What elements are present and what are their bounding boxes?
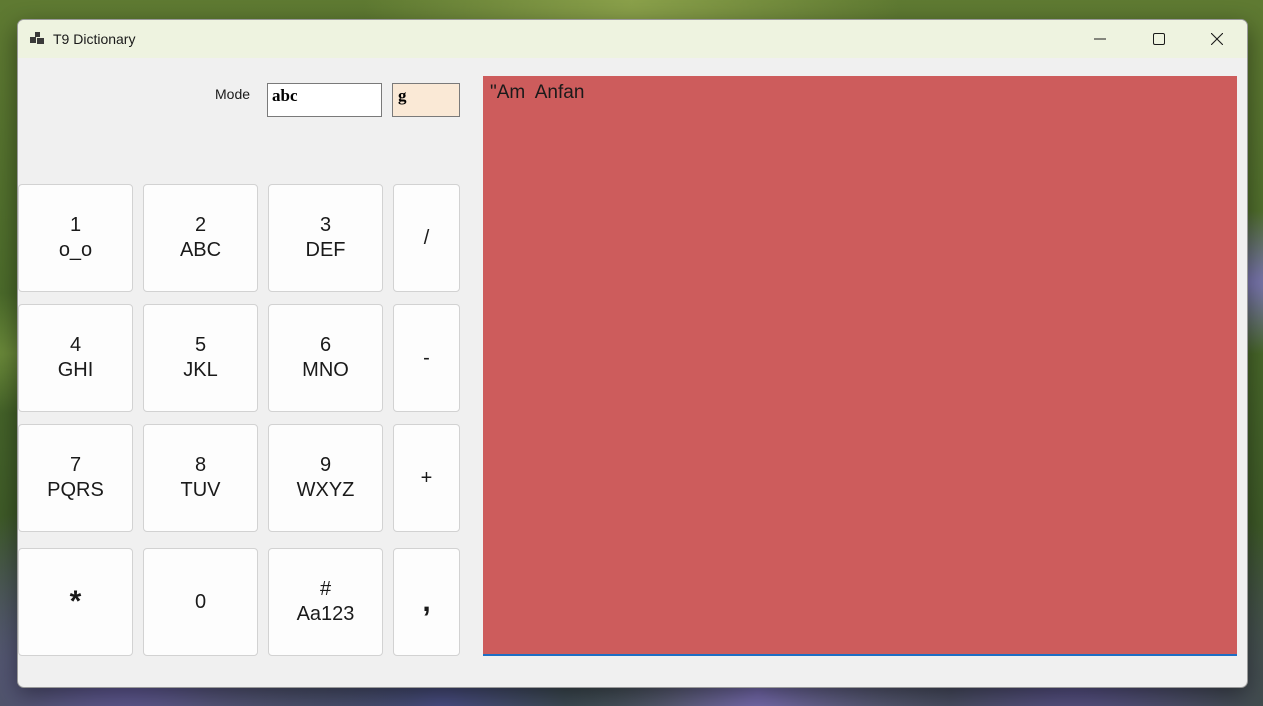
key-5[interactable]: 5 JKL — [143, 304, 258, 412]
key-label: + — [420, 466, 433, 489]
key-letters: GHI — [57, 359, 94, 381]
key-1[interactable]: 1 o_o — [18, 184, 133, 292]
key-star[interactable]: * — [18, 548, 133, 656]
key-plus[interactable]: + — [393, 424, 460, 532]
key-comma[interactable]: , — [393, 548, 460, 656]
key-letters: TUV — [180, 479, 221, 501]
key-letters: o_o — [58, 239, 93, 261]
key-digit: 6 — [319, 334, 332, 356]
key-label: / — [423, 226, 430, 249]
key-4[interactable]: 4 GHI — [18, 304, 133, 412]
key-letters: Aa123 — [296, 603, 355, 625]
key-8[interactable]: 8 TUV — [143, 424, 258, 532]
key-letters: DEF — [305, 239, 346, 261]
key-digit: 5 — [194, 334, 207, 356]
app-icon — [30, 32, 44, 44]
key-digit: 2 — [194, 214, 207, 236]
key-9[interactable]: 9 WXYZ — [268, 424, 383, 532]
key-letters: WXYZ — [296, 479, 355, 501]
key-digit: 7 — [69, 454, 82, 476]
key-label: * — [69, 585, 82, 618]
key-2[interactable]: 2 ABC — [143, 184, 258, 292]
key-letters: PQRS — [47, 479, 104, 501]
key-6[interactable]: 6 MNO — [268, 304, 383, 412]
key-digit: # — [319, 578, 332, 600]
close-icon — [1211, 33, 1223, 45]
current-char-field[interactable]: g — [392, 83, 460, 117]
text-editor[interactable]: "Am Anfan — [483, 76, 1237, 656]
mode-field[interactable]: abc — [267, 83, 382, 117]
close-button[interactable] — [1188, 20, 1246, 58]
key-label: - — [423, 346, 430, 369]
maximize-icon — [1153, 33, 1165, 45]
window-title: T9 Dictionary — [53, 31, 136, 47]
minimize-button[interactable] — [1071, 20, 1129, 58]
key-letters: JKL — [183, 359, 218, 381]
key-letters: ABC — [179, 239, 222, 261]
app-window: T9 Dictionary Mode abc g 1 o_o 2 ABC 3 D… — [17, 19, 1248, 688]
key-label: , — [422, 585, 431, 618]
key-letters: MNO — [302, 359, 349, 381]
key-7[interactable]: 7 PQRS — [18, 424, 133, 532]
mode-label: Mode — [215, 86, 251, 102]
key-digit: 8 — [194, 454, 207, 476]
title-bar[interactable]: T9 Dictionary — [18, 20, 1247, 58]
key-digit: 4 — [69, 334, 82, 356]
key-slash[interactable]: / — [393, 184, 460, 292]
key-hash[interactable]: # Aa123 — [268, 548, 383, 656]
key-minus[interactable]: - — [393, 304, 460, 412]
key-3[interactable]: 3 DEF — [268, 184, 383, 292]
key-digit: 3 — [319, 214, 332, 236]
minimize-icon — [1094, 38, 1106, 40]
key-digit: 9 — [319, 454, 332, 476]
key-label: 0 — [194, 590, 207, 613]
key-0[interactable]: 0 — [143, 548, 258, 656]
maximize-button[interactable] — [1130, 20, 1188, 58]
key-digit: 1 — [69, 214, 82, 236]
